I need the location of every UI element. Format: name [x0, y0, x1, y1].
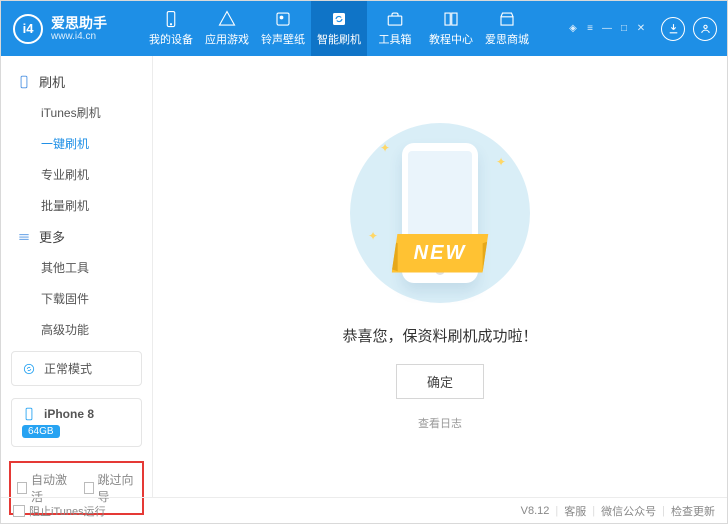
nav-store[interactable]: 爱思商城 [479, 1, 535, 56]
separator: | [592, 505, 595, 517]
nav-label: 爱思商城 [485, 31, 529, 47]
sidebar-item-advanced[interactable]: 高级功能 [41, 314, 152, 345]
separator: | [555, 505, 558, 517]
sidebar-item-other-tools[interactable]: 其他工具 [41, 252, 152, 283]
sparkle-icon: ✦ [380, 141, 390, 155]
nav-ringtone-wallpaper[interactable]: 铃声壁纸 [255, 1, 311, 56]
nav-label: 工具箱 [379, 31, 412, 47]
phone-icon [162, 10, 180, 28]
maximize-icon[interactable]: □ [618, 23, 630, 35]
check-update-link[interactable]: 检查更新 [671, 503, 715, 519]
checkbox-icon [84, 482, 94, 494]
storage-badge: 64GB [22, 425, 60, 438]
checkbox-icon [17, 482, 27, 494]
device-mode-label: 正常模式 [44, 360, 92, 377]
nav-my-device[interactable]: 我的设备 [143, 1, 199, 56]
ok-button[interactable]: 确定 [396, 364, 484, 399]
tshirt-icon[interactable]: ◈ [567, 23, 579, 35]
menu-icon[interactable]: ≡ [584, 23, 596, 35]
brand-title: 爱思助手 [51, 15, 107, 31]
user-button[interactable] [693, 17, 717, 41]
minimize-icon[interactable]: — [601, 23, 613, 35]
nav-label: 智能刷机 [317, 31, 361, 47]
nav-toolbox[interactable]: 工具箱 [367, 1, 423, 56]
brand: i4 爱思助手 www.i4.cn [13, 1, 133, 56]
support-link[interactable]: 客服 [564, 503, 586, 519]
sync-icon [330, 10, 348, 28]
brand-logo-icon: i4 [13, 14, 43, 44]
device-phone-icon [22, 407, 36, 421]
nav-label: 我的设备 [149, 31, 193, 47]
version-label: V8.12 [521, 505, 550, 517]
window-controls: ◈ ≡ — □ ✕ [567, 23, 647, 35]
success-message: 恭喜您，保资料刷机成功啦！ [342, 325, 537, 346]
image-icon [274, 10, 292, 28]
new-ribbon: NEW [392, 234, 489, 273]
more-icon [17, 230, 31, 244]
title-bar: i4 爱思助手 www.i4.cn 我的设备 应用游戏 铃声壁纸 智能刷机 [1, 1, 727, 56]
phone-outline-icon [17, 75, 31, 89]
wechat-link[interactable]: 微信公众号 [601, 503, 656, 519]
device-name: iPhone 8 [44, 407, 94, 421]
nav-label: 应用游戏 [205, 31, 249, 47]
store-icon [498, 10, 516, 28]
checkbox-block-itunes[interactable]: 阻止iTunes运行 [13, 503, 106, 519]
nav-smart-flash[interactable]: 智能刷机 [311, 1, 367, 56]
device-info-box[interactable]: iPhone 8 64GB [11, 398, 142, 447]
sidebar-item-itunes-flash[interactable]: iTunes刷机 [41, 97, 152, 128]
main-panel: ✦ ✦ ✦ NEW 恭喜您，保资料刷机成功啦！ 确定 查看日志 [153, 56, 727, 497]
refresh-circle-icon [22, 362, 36, 376]
checkbox-label: 阻止iTunes运行 [29, 503, 106, 519]
separator: | [662, 505, 665, 517]
nav-apps-games[interactable]: 应用游戏 [199, 1, 255, 56]
sidebar-group-label: 更多 [39, 227, 65, 246]
main-nav: 我的设备 应用游戏 铃声壁纸 智能刷机 工具箱 教程中心 [143, 1, 535, 56]
sidebar-item-pro-flash[interactable]: 专业刷机 [41, 159, 152, 190]
sidebar-group-label: 刷机 [39, 72, 65, 91]
book-icon [442, 10, 460, 28]
apps-icon [218, 10, 236, 28]
sidebar-item-download-firmware[interactable]: 下载固件 [41, 283, 152, 314]
status-bar: 阻止iTunes运行 V8.12 | 客服 | 微信公众号 | 检查更新 [1, 497, 727, 523]
device-mode-box[interactable]: 正常模式 [11, 351, 142, 386]
sidebar: 刷机 iTunes刷机 一键刷机 专业刷机 批量刷机 更多 其他工具 下载固件 … [1, 56, 153, 497]
toolbox-icon [386, 10, 404, 28]
nav-label: 铃声壁纸 [261, 31, 305, 47]
nav-tutorials[interactable]: 教程中心 [423, 1, 479, 56]
sidebar-item-one-click-flash[interactable]: 一键刷机 [41, 128, 152, 159]
download-icon [667, 22, 680, 35]
success-illustration: ✦ ✦ ✦ NEW [350, 123, 530, 303]
close-icon[interactable]: ✕ [635, 23, 647, 35]
sidebar-group-more[interactable]: 更多 [1, 221, 152, 252]
sparkle-icon: ✦ [368, 229, 378, 243]
sidebar-group-flash[interactable]: 刷机 [1, 66, 152, 97]
user-icon [699, 22, 712, 35]
sidebar-item-batch-flash[interactable]: 批量刷机 [41, 190, 152, 221]
download-button[interactable] [661, 17, 685, 41]
brand-url: www.i4.cn [51, 31, 107, 43]
sparkle-icon: ✦ [496, 155, 506, 169]
checkbox-icon [13, 505, 25, 517]
nav-label: 教程中心 [429, 31, 473, 47]
view-log-link[interactable]: 查看日志 [418, 415, 462, 431]
